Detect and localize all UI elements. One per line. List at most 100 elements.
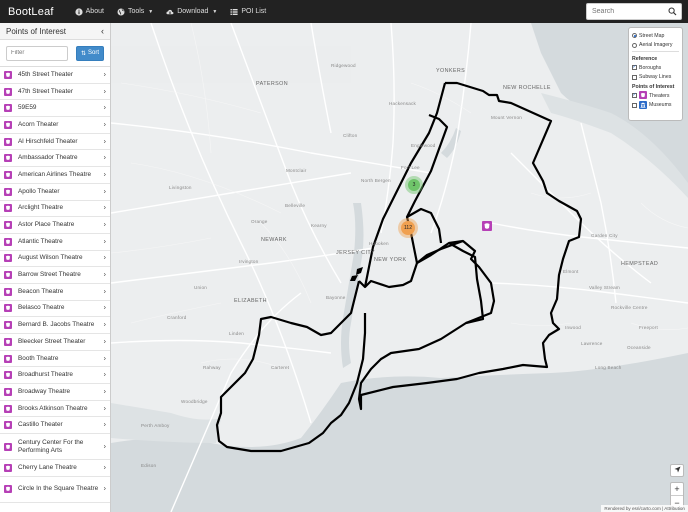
place-label: Lawrence — [581, 341, 603, 346]
place-label: Carteret — [271, 365, 290, 370]
list-item[interactable]: Cherry Lane Theatre › — [0, 460, 110, 477]
layer-label: Theaters — [649, 92, 670, 99]
theater-icon — [4, 371, 12, 380]
list-item[interactable]: Circle In the Square Theatre › — [0, 477, 110, 503]
chevron-right-icon: › — [103, 405, 106, 413]
chevron-right-icon: › — [103, 271, 106, 279]
list-icon — [230, 8, 238, 16]
layer-control: Street Map Aerial Imagery Reference ✓ Bo… — [628, 27, 683, 121]
theater-icon — [4, 463, 12, 472]
brand-logo[interactable]: BootLeaf — [0, 6, 62, 18]
radio-button[interactable] — [632, 42, 637, 48]
cloud-download-icon — [166, 8, 174, 16]
list-item[interactable]: Astor Place Theatre › — [0, 217, 110, 234]
checkbox[interactable] — [632, 74, 637, 80]
poi-list: 45th Street Theater › 47th Street Theater ›… — [0, 67, 110, 503]
chevron-right-icon: › — [103, 71, 106, 79]
list-item[interactable]: Bleecker Street Theater › — [0, 334, 110, 351]
list-item[interactable]: American Airlines Theatre › — [0, 167, 110, 184]
chevron-right-icon: › — [103, 121, 106, 129]
list-item[interactable]: Atlantic Theatre › — [0, 234, 110, 251]
theater-marker[interactable] — [482, 221, 492, 231]
layer-label: Museums — [649, 102, 672, 109]
list-item[interactable]: Booth Theatre › — [0, 351, 110, 368]
list-item[interactable]: Century Center For the Performing Arts › — [0, 434, 110, 461]
place-label: JERSEY CITY — [336, 250, 376, 256]
list-item[interactable]: Broadway Theatre › — [0, 384, 110, 401]
sidebar-tools: ⇅ Sort — [0, 40, 110, 67]
list-item-label: Arclight Theatre — [18, 204, 63, 212]
filter-input[interactable] — [6, 45, 68, 61]
layer-theaters[interactable]: ✓ Theaters — [632, 91, 679, 101]
nav-tools[interactable]: Tools ▼ — [117, 8, 153, 16]
map[interactable]: YONKERS NEW ROCHELLE PATERSON NEWARK JER… — [111, 23, 688, 512]
sidebar-title: Points of Interest — [6, 26, 67, 36]
theater-icon — [4, 70, 12, 79]
theater-icon — [4, 254, 12, 263]
chevron-right-icon: › — [103, 238, 106, 246]
place-label: Oceanside — [627, 345, 651, 350]
list-item[interactable]: Belasco Theatre › — [0, 301, 110, 318]
place-label: Fort Lee — [401, 165, 420, 170]
theater-icon — [4, 404, 12, 413]
list-item[interactable]: 59E59 › — [0, 100, 110, 118]
section-title: Reference — [632, 55, 658, 62]
list-item[interactable]: Brooks Atkinson Theatre › — [0, 401, 110, 418]
list-item[interactable]: Broadhurst Theatre › — [0, 367, 110, 385]
place-label: Rockville Centre — [611, 305, 648, 310]
list-item[interactable]: Arclight Theatre › — [0, 201, 110, 218]
list-item[interactable]: Ambassador Theatre › — [0, 150, 110, 168]
basemap-aerial[interactable]: Aerial Imagery — [632, 41, 679, 51]
place-label: Livingston — [169, 185, 192, 190]
list-item[interactable]: Bernard B. Jacobs Theatre › — [0, 317, 110, 334]
place-label: Elmont — [563, 269, 579, 274]
nav-poi-list[interactable]: POI List — [230, 8, 266, 16]
chevron-right-icon: › — [103, 138, 106, 146]
list-item[interactable]: Castillo Theater › — [0, 417, 110, 435]
place-label: Woodbridge — [181, 399, 208, 404]
list-item-label: Brooks Atkinson Theatre — [18, 404, 88, 412]
checkbox[interactable] — [632, 102, 637, 108]
museum-icon — [639, 100, 647, 110]
nav-download[interactable]: Download ▼ — [166, 8, 217, 16]
list-item[interactable]: Beacon Theatre › — [0, 284, 110, 301]
chevron-left-icon[interactable]: ‹ — [101, 26, 104, 36]
nav-about[interactable]: About — [75, 7, 104, 16]
list-item[interactable]: August Wilson Theatre › — [0, 251, 110, 268]
place-label: Linden — [229, 331, 244, 336]
zoom-in-button[interactable]: + — [671, 483, 683, 496]
list-item-label: Circle In the Square Theatre — [18, 485, 99, 493]
list-item-label: Al Hirschfeld Theater — [18, 137, 78, 145]
list-item[interactable]: Al Hirschfeld Theater › — [0, 134, 110, 151]
basemap-street[interactable]: Street Map — [632, 31, 679, 41]
list-item[interactable]: 45th Street Theater › — [0, 67, 110, 84]
list-item[interactable]: 47th Street Theater › — [0, 84, 110, 101]
locate-button[interactable] — [670, 464, 684, 477]
place-label: Montclair — [286, 168, 307, 173]
sort-button[interactable]: ⇅ Sort — [76, 45, 104, 61]
nav-tools-label: Tools — [127, 8, 145, 15]
layer-museums[interactable]: Museums — [632, 100, 679, 111]
chevron-right-icon: › — [103, 254, 106, 262]
list-item[interactable]: Apollo Theater › — [0, 184, 110, 201]
caret-down-icon: ▼ — [212, 8, 218, 15]
sort-icon: ⇅ — [80, 50, 86, 57]
layer-boroughs[interactable]: ✓ Boroughs — [632, 63, 679, 73]
list-item[interactable]: Acorn Theater › — [0, 117, 110, 134]
list-item-label: 47th Street Theater — [18, 87, 73, 95]
place-label: Orange — [251, 219, 268, 224]
marker-cluster[interactable]: 3 — [405, 176, 423, 194]
layer-label: Boroughs — [639, 64, 662, 71]
divider — [632, 51, 679, 52]
list-item[interactable]: Barrow Street Theatre › — [0, 267, 110, 284]
checkbox-checked[interactable]: ✓ — [632, 93, 637, 99]
checkbox-checked[interactable]: ✓ — [632, 65, 637, 71]
place-label: Inwood — [565, 325, 582, 330]
search-input[interactable] — [587, 8, 663, 15]
radio-button[interactable] — [632, 33, 637, 39]
search-icon[interactable] — [668, 7, 677, 16]
place-label: Union — [194, 285, 208, 290]
layer-subway[interactable]: Subway Lines — [632, 73, 679, 83]
chevron-right-icon: › — [103, 221, 106, 229]
marker-cluster[interactable]: 112 — [398, 218, 418, 238]
